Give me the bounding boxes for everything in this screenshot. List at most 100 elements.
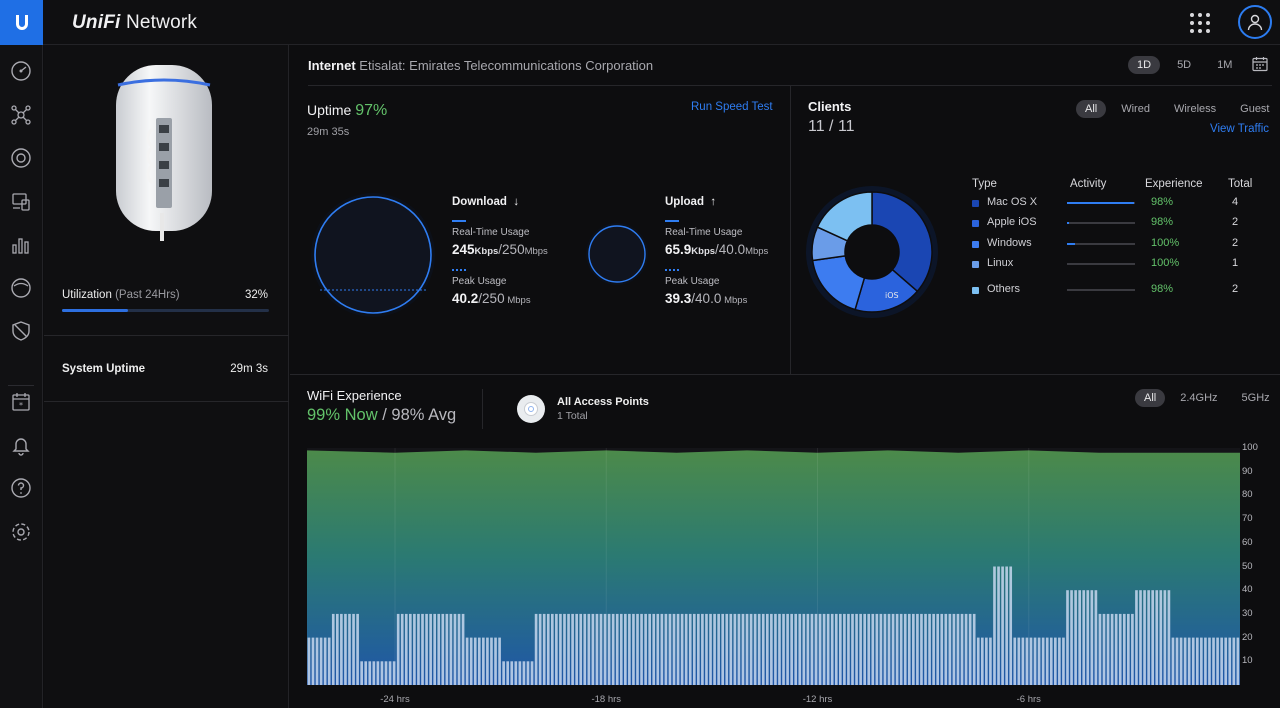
band-5ghz[interactable]: 5GHz (1233, 389, 1279, 407)
wifi-bar (1062, 637, 1065, 685)
insights-icon[interactable] (8, 275, 34, 301)
uptime-percent: 97% (355, 102, 388, 119)
bell-icon[interactable] (8, 432, 34, 458)
client-type-row[interactable]: Others 98% 2 (972, 283, 1272, 299)
wifi-bar (855, 613, 858, 685)
wifi-bar (1155, 590, 1159, 685)
wifi-bar (697, 613, 700, 685)
filter-guest[interactable]: Guest (1231, 100, 1278, 118)
wifi-bar (952, 613, 956, 685)
wifi-bar (417, 613, 420, 685)
wifi-bar (396, 613, 400, 685)
filter-all[interactable]: All (1076, 100, 1107, 118)
wifi-bar (1191, 637, 1195, 685)
access-points-title[interactable]: All Access Points (557, 396, 649, 408)
donut-label-ios: iOS (885, 291, 899, 300)
activity-bar-fill (1067, 243, 1076, 245)
topology-icon[interactable] (8, 102, 34, 128)
experience-value: 98% (1151, 216, 1174, 228)
download-realtime-label: Real-Time Usage (452, 227, 530, 238)
client-type-row[interactable]: Apple iOS 98% 2 (972, 216, 1272, 232)
wifi-bar (335, 613, 339, 685)
wifi-bar (790, 613, 793, 685)
wifi-bar (920, 613, 923, 685)
download-peak-unit: Mbps (507, 295, 531, 306)
client-type-row[interactable]: Windows 100% 2 (972, 237, 1272, 253)
y-tick-label: 30 (1242, 607, 1253, 619)
wifi-bar (721, 613, 725, 685)
wifi-bar (522, 661, 526, 685)
wifi-bar (1017, 637, 1021, 685)
wifi-bar (806, 613, 810, 685)
panel-divider (44, 401, 289, 402)
calendar-icon[interactable] (1252, 56, 1268, 72)
run-speed-test-link[interactable]: Run Speed Test (691, 101, 773, 113)
wifi-bar (579, 613, 583, 685)
unifi-logo-icon[interactable] (0, 0, 43, 45)
uptime-label: Uptime (307, 102, 352, 118)
col-activity: Activity (1070, 178, 1107, 190)
range-1d[interactable]: 1D (1128, 56, 1161, 74)
wifi-bar (980, 637, 984, 685)
wifi-bar (327, 637, 331, 685)
shield-icon[interactable] (8, 318, 34, 344)
wifi-bar (1013, 637, 1017, 685)
wifi-bar (632, 613, 635, 685)
events-icon[interactable]: * (8, 389, 34, 415)
help-icon[interactable] (8, 475, 34, 501)
upload-gauge (586, 223, 648, 285)
sidebar: * (0, 45, 43, 708)
settings-gear-icon[interactable] (8, 519, 34, 545)
wifi-bar (1106, 613, 1110, 685)
wifi-bar (364, 661, 368, 685)
wifi-bar (887, 613, 891, 685)
band-2-4ghz[interactable]: 2.4GHz (1171, 389, 1226, 407)
filter-wireless[interactable]: Wireless (1165, 100, 1225, 118)
wifi-bar (1139, 590, 1142, 685)
wifi-bar (477, 637, 481, 685)
wifi-bar (786, 613, 789, 685)
wifi-bar (709, 613, 712, 685)
experience-value: 98% (1151, 196, 1174, 208)
band-all[interactable]: All (1135, 389, 1166, 407)
dashboard-icon[interactable] (8, 58, 34, 84)
devices-icon[interactable] (8, 145, 34, 171)
user-avatar-icon[interactable] (1238, 5, 1272, 39)
wifi-bar (688, 613, 692, 685)
wifi-bar (1183, 637, 1187, 685)
utilization-bar (62, 309, 269, 312)
upload-peak-number: 39.3 (665, 291, 692, 306)
statistics-icon[interactable] (8, 232, 34, 258)
wifi-bar (441, 613, 445, 685)
wifi-now: 99% Now (307, 406, 378, 424)
access-point-icon[interactable] (517, 395, 545, 423)
wifi-bar (1070, 590, 1073, 685)
wifi-bar (388, 661, 392, 685)
filter-wired[interactable]: Wired (1112, 100, 1159, 118)
wifi-bar (652, 613, 656, 685)
range-1m[interactable]: 1M (1208, 56, 1241, 74)
upload-title-text: Upload (665, 196, 704, 208)
wifi-bar (494, 637, 497, 685)
app-grid-icon[interactable] (1189, 12, 1211, 34)
wifi-bar (676, 613, 680, 685)
wifi-bar (530, 661, 534, 685)
wifi-bar (599, 613, 603, 685)
view-traffic-link[interactable]: View Traffic (1210, 123, 1269, 135)
wifi-bar (660, 613, 664, 685)
wifi-bar (859, 613, 862, 685)
wifi-bar (814, 613, 818, 685)
wifi-bar (538, 613, 542, 685)
wifi-bar (595, 613, 599, 685)
wifi-bar (916, 613, 919, 685)
wifi-bar (445, 613, 449, 685)
clients-icon[interactable] (8, 189, 34, 215)
range-5d[interactable]: 5D (1168, 56, 1200, 74)
download-realtime-unit: Kbps (474, 246, 499, 257)
wifi-bar (997, 566, 1000, 685)
client-type-row[interactable]: Mac OS X 98% 4 (972, 196, 1272, 212)
download-metrics: Download ↓ Real-Time Usage 245Kbps/250Mb… (452, 196, 582, 306)
wifi-bar (863, 613, 866, 685)
client-type-row[interactable]: Linux 100% 1 (972, 257, 1272, 273)
activity-bar (1067, 263, 1135, 265)
